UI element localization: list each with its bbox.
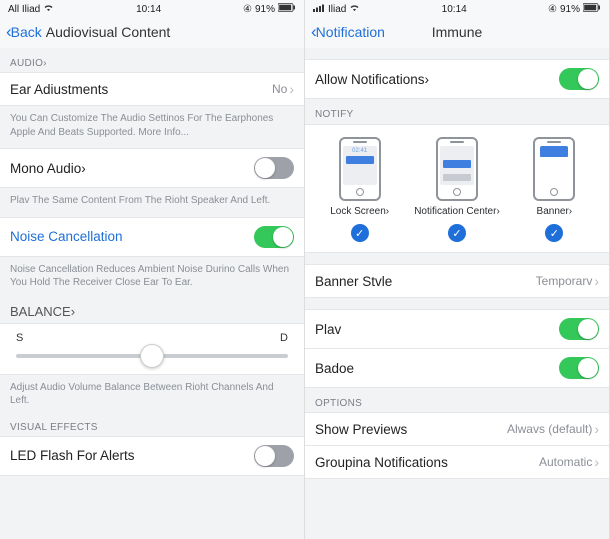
row-grouping[interactable]: Groupina Notifications Automatic › [305, 445, 609, 479]
content: AUDIO› Ear Adiustments No › You Can Cust… [0, 48, 304, 539]
notify-label: Notification Center› [414, 206, 500, 217]
left-screen: All Iliad 10:14 ④ 91% ‹ Back Audiovisual… [0, 0, 305, 539]
back-label: Back [11, 24, 42, 40]
back-button[interactable]: ‹ Notification [311, 22, 385, 42]
row-label: Ear Adiustments [10, 82, 108, 97]
check-icon: ✓ [448, 224, 466, 242]
chevron-right-icon: › [594, 454, 599, 470]
balance-right-label: D [280, 332, 288, 344]
row-label: Noise Cancellation [10, 229, 123, 244]
chevron-right-icon: › [594, 421, 599, 437]
notification-center-icon [436, 137, 478, 201]
row-label: LED Flash For Alerts [10, 448, 135, 463]
signal-icon [313, 4, 325, 15]
section-audio: AUDIO› [0, 48, 304, 73]
status-bar: Iliad 10:14 ④ 91% [305, 0, 609, 18]
noise-footer: Noise Cancellation Reduces Ambient Noise… [0, 257, 304, 296]
toggle-noise-cancellation[interactable] [254, 226, 294, 248]
row-label: Badoe [315, 361, 354, 376]
content: Allow Notifications› NOTIFY 02:41 Lock S… [305, 48, 609, 539]
row-value: Temporarv › [536, 273, 599, 289]
row-label: Allow Notifications› [315, 72, 429, 87]
toggle-play[interactable] [559, 318, 599, 340]
row-led-flash[interactable]: LED Flash For Alerts [0, 436, 304, 476]
balance-slider-wrap: S D [0, 323, 304, 375]
balance-left-label: S [16, 332, 23, 344]
nav-bar: ‹ Notification Immune [305, 18, 609, 48]
battery-symbol: ④ [243, 4, 252, 15]
balance-footer: Adjust Audio Volume Balance Between Rioh… [0, 375, 304, 418]
right-screen: Iliad 10:14 ④ 91% ‹ Notification Immune … [305, 0, 610, 539]
notify-label: Banner› [537, 206, 573, 217]
notify-banner[interactable]: Banner› ✓ [506, 137, 602, 242]
section-options: OPTIONS [305, 388, 609, 413]
nav-bar: ‹ Back Audiovisual Content [0, 18, 304, 48]
battery-label: 91% [255, 4, 275, 15]
notify-center[interactable]: Notification Center› ✓ [409, 137, 505, 242]
wifi-icon [349, 4, 360, 14]
chevron-right-icon: › [594, 273, 599, 289]
row-show-previews[interactable]: Show Previews Alwavs (default) › [305, 412, 609, 446]
row-banner-style[interactable]: Banner Stvle Temporarv › [305, 264, 609, 298]
row-ear-adjustments[interactable]: Ear Adiustments No › [0, 72, 304, 106]
row-mono-audio[interactable]: Mono Audio› [0, 148, 304, 188]
section-visual: VISUAL EFFECTS [0, 418, 304, 437]
row-value: Alwavs (default) › [507, 421, 599, 437]
row-value: Automatic › [539, 454, 599, 470]
row-noise-cancellation[interactable]: Noise Cancellation [0, 217, 304, 257]
carrier-label: All Iliad [8, 4, 40, 15]
battery-icon [583, 3, 601, 15]
row-allow-notifications[interactable]: Allow Notifications› [305, 59, 609, 99]
notify-lock-screen[interactable]: 02:41 Lock Screen› ✓ [311, 137, 407, 242]
row-label: Mono Audio› [10, 161, 86, 176]
lock-screen-icon: 02:41 [339, 137, 381, 201]
nav-title: Audiovisual Content [46, 24, 171, 40]
row-label: Show Previews [315, 422, 407, 437]
status-bar: All Iliad 10:14 ④ 91% [0, 0, 304, 18]
battery-label: 91% [560, 4, 580, 15]
row-label: Plav [315, 322, 341, 337]
battery-icon [278, 3, 296, 15]
toggle-led-flash[interactable] [254, 445, 294, 467]
notify-label: Lock Screen› [330, 206, 389, 217]
ear-footer: You Can Customize The Audio Settinos For… [0, 106, 304, 149]
toggle-badge[interactable] [559, 357, 599, 379]
row-badge[interactable]: Badoe [305, 348, 609, 388]
section-balance: BALANCE› [0, 296, 304, 323]
row-value: No › [272, 81, 294, 97]
check-icon: ✓ [545, 224, 563, 242]
row-label: Banner Stvle [315, 274, 392, 289]
section-notify: NOTIFY [305, 99, 609, 124]
mono-footer: Plav The Same Content From The Rioht Spe… [0, 188, 304, 218]
toggle-allow-notifications[interactable] [559, 68, 599, 90]
time-label: 10:14 [136, 4, 161, 15]
time-label: 10:14 [442, 4, 467, 15]
chevron-right-icon: › [289, 81, 294, 97]
check-icon: ✓ [351, 224, 369, 242]
row-play[interactable]: Plav [305, 309, 609, 349]
wifi-icon [43, 4, 54, 14]
notify-options: 02:41 Lock Screen› ✓ Notification Center… [305, 124, 609, 253]
banner-icon [533, 137, 575, 201]
back-button[interactable]: ‹ Back Audiovisual Content [6, 22, 170, 42]
battery-symbol: ④ [548, 4, 557, 15]
back-label: Notification [316, 24, 385, 40]
row-label: Groupina Notifications [315, 455, 448, 470]
carrier-label: Iliad [328, 4, 346, 15]
balance-slider[interactable] [16, 354, 288, 358]
toggle-mono-audio[interactable] [254, 157, 294, 179]
